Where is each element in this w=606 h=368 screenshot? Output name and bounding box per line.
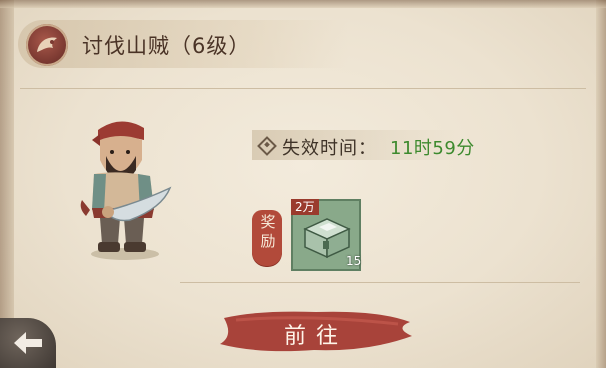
back-button[interactable]	[0, 318, 56, 368]
expire-timer: 11时59分	[390, 138, 475, 159]
divider	[20, 88, 586, 89]
go-button[interactable]: 前往	[218, 308, 414, 354]
panel-edge-top	[0, 0, 606, 8]
panel-edge-left	[0, 0, 14, 368]
quest-emblem-icon	[26, 24, 68, 66]
quest-panel: 讨伐山贼（6级） 失效时间： 11时59分 奖励 2万 15 前往	[0, 0, 606, 368]
bandit-character	[70, 112, 180, 262]
expire-label: 失效时间：	[282, 138, 377, 159]
reward-tag-label: 奖励	[260, 213, 276, 250]
go-button-label: 前往	[283, 324, 348, 349]
back-arrow-icon	[14, 332, 42, 354]
expire-row: 失效时间： 11时59分	[252, 130, 552, 160]
panel-edge-right	[596, 0, 606, 368]
divider	[180, 282, 580, 283]
reward-count: 15	[346, 254, 362, 268]
quest-title: 讨伐山贼（6级）	[82, 34, 251, 58]
reward-amount-badge: 2万	[291, 199, 319, 215]
